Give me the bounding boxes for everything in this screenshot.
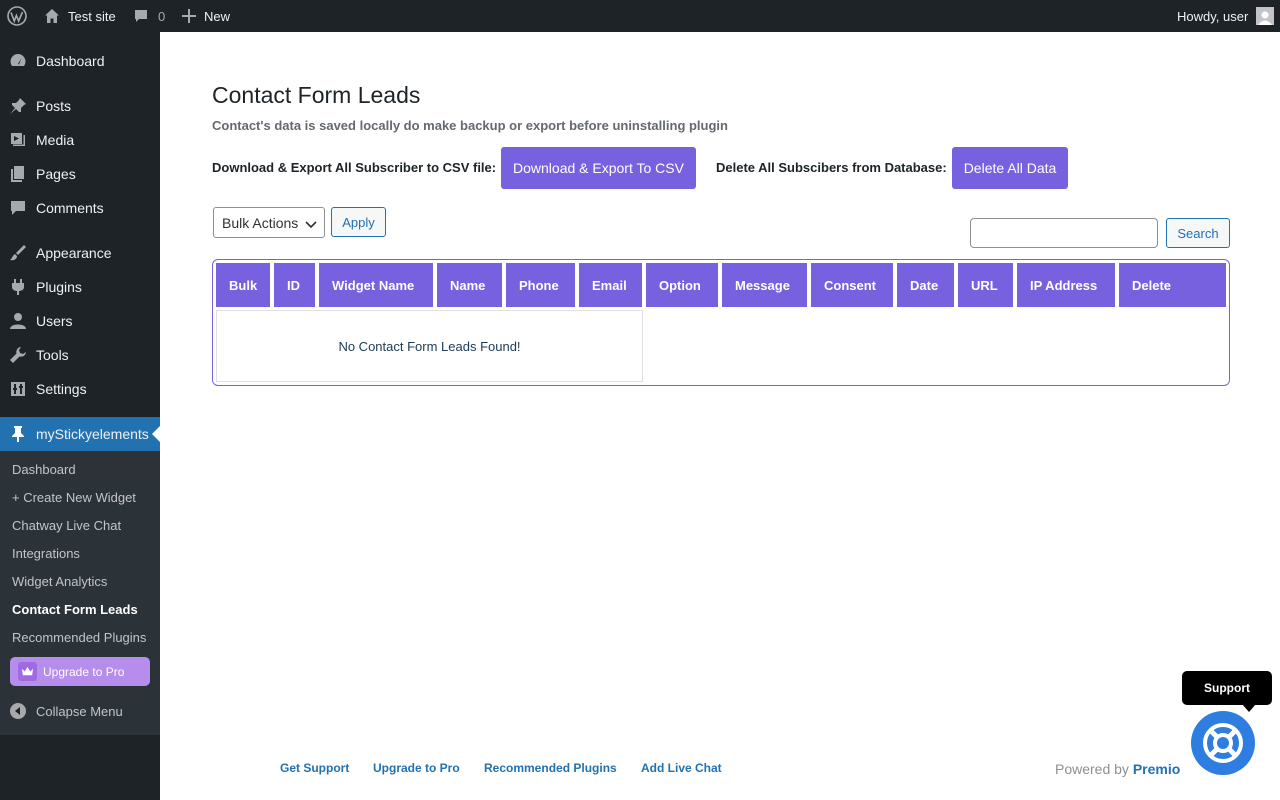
comments-link[interactable]: 0 [133, 0, 165, 32]
upgrade-label: Upgrade to Pro [43, 664, 125, 679]
sidebar-item-posts[interactable]: Posts [0, 89, 160, 123]
lifebuoy-icon [1203, 723, 1243, 763]
submenu-mystickyelements: Dashboard + Create New Widget Chatway Li… [0, 451, 160, 735]
footer-link-recommended-plugins[interactable]: Recommended Plugins [484, 761, 617, 775]
sidebar-item-label: Dashboard [36, 53, 105, 69]
sidebar-item-users[interactable]: Users [0, 304, 160, 338]
plus-icon [182, 9, 196, 23]
pin-icon [0, 425, 36, 443]
collapse-menu-button[interactable]: Collapse Menu [0, 694, 160, 728]
plug-icon [0, 278, 36, 296]
comment-icon [0, 199, 36, 217]
user-icon [0, 312, 36, 330]
column-header-url: URL [958, 263, 1013, 307]
pin-icon [0, 97, 36, 115]
admin-sidebar: Dashboard Posts Media Pages Comments App… [0, 32, 160, 800]
sidebar-item-label: Plugins [36, 279, 82, 295]
column-header-option: Option [646, 263, 718, 307]
collapse-label: Collapse Menu [36, 703, 123, 719]
sidebar-item-label: Tools [36, 347, 69, 363]
site-name-label: Test site [68, 8, 116, 24]
submenu-item-recommended-plugins[interactable]: Recommended Plugins [12, 624, 146, 652]
crown-icon [18, 662, 37, 681]
wrench-icon [0, 346, 36, 364]
submenu-item-integrations[interactable]: Integrations [12, 540, 80, 568]
sidebar-item-tools[interactable]: Tools [0, 338, 160, 372]
delete-label: Delete All Subscibers from Database: [716, 160, 947, 175]
column-header-date: Date [897, 263, 954, 307]
sidebar-item-label: myStickyelements [36, 426, 149, 442]
submenu-item-dashboard[interactable]: Dashboard [12, 456, 76, 484]
export-label: Download & Export All Subscriber to CSV … [212, 160, 497, 175]
brush-icon [0, 244, 36, 262]
submenu-item-contact-form-leads[interactable]: Contact Form Leads [12, 596, 138, 624]
search-input[interactable] [970, 218, 1158, 248]
empty-table-message: No Contact Form Leads Found! [216, 310, 643, 382]
settings-icon [0, 380, 36, 398]
backup-notice: Contact's data is saved locally do make … [212, 118, 728, 133]
sidebar-item-label: Users [36, 313, 73, 329]
footer-link-get-support[interactable]: Get Support [280, 761, 349, 775]
sidebar-item-dashboard[interactable]: Dashboard [0, 44, 160, 78]
media-icon [0, 131, 36, 149]
sidebar-item-pages[interactable]: Pages [0, 157, 160, 191]
sidebar-item-label: Comments [36, 200, 104, 216]
my-account-link[interactable]: Howdy, user [1177, 0, 1275, 32]
column-header-bulk: Bulk [216, 263, 270, 307]
bulk-actions-select[interactable]: Bulk Actions [213, 207, 325, 238]
apply-button[interactable]: Apply [331, 207, 386, 237]
sidebar-item-comments[interactable]: Comments [0, 191, 160, 225]
column-header-ip-address: IP Address [1017, 263, 1115, 307]
submenu-item-chatway[interactable]: Chatway Live Chat [12, 512, 121, 540]
column-header-message: Message [722, 263, 807, 307]
avatar [1256, 7, 1275, 25]
comments-count: 0 [158, 8, 166, 24]
wordpress-logo-icon[interactable] [7, 0, 27, 32]
sidebar-item-plugins[interactable]: Plugins [0, 270, 160, 304]
sidebar-item-label: Pages [36, 166, 76, 182]
sidebar-item-settings[interactable]: Settings [0, 372, 160, 406]
admin-bar: Test site 0 New Howdy, user [0, 0, 1280, 32]
column-header-email: Email [579, 263, 642, 307]
home-icon [44, 8, 60, 24]
support-tooltip: Support [1182, 671, 1272, 712]
page-title: Contact Form Leads [212, 82, 421, 108]
sidebar-item-label: Settings [36, 381, 87, 397]
delete-all-button[interactable]: Delete All Data [952, 147, 1068, 189]
column-header-id: ID [274, 263, 315, 307]
column-header-phone: Phone [506, 263, 575, 307]
footer-link-upgrade-to-pro[interactable]: Upgrade to Pro [373, 761, 460, 775]
comment-icon [133, 8, 149, 24]
column-header-delete: Delete [1119, 263, 1226, 307]
powered-by: Powered by Premio [1055, 761, 1180, 777]
bulk-actions-value: Bulk Actions [222, 214, 299, 231]
sidebar-item-label: Posts [36, 98, 72, 114]
submenu-item-widget-analytics[interactable]: Widget Analytics [12, 568, 107, 596]
export-csv-button[interactable]: Download & Export To CSV [501, 147, 696, 189]
premio-link[interactable]: Premio [1133, 761, 1180, 777]
sidebar-item-media[interactable]: Media [0, 123, 160, 157]
submenu-item-create-widget[interactable]: + Create New Widget [12, 484, 136, 512]
greeting-text: Howdy, user [1177, 8, 1249, 24]
column-header-consent: Consent [811, 263, 893, 307]
powered-by-label: Powered by [1055, 761, 1129, 777]
sidebar-item-label: Media [36, 132, 75, 148]
sidebar-item-mystickyelements[interactable]: myStickyelements [0, 417, 160, 451]
site-name-link[interactable]: Test site [44, 0, 116, 32]
sidebar-item-label: Appearance [36, 245, 112, 261]
pages-icon [0, 165, 36, 183]
footer-link-add-live-chat[interactable]: Add Live Chat [641, 761, 722, 775]
support-button[interactable] [1191, 711, 1255, 775]
dashboard-icon [0, 52, 36, 70]
new-content-link[interactable]: New [182, 0, 230, 32]
sidebar-item-appearance[interactable]: Appearance [0, 236, 160, 270]
collapse-arrow-icon [0, 702, 36, 720]
chevron-down-icon [305, 221, 317, 229]
new-label: New [204, 8, 231, 24]
search-button[interactable]: Search [1166, 218, 1230, 248]
upgrade-to-pro-button[interactable]: Upgrade to Pro [10, 657, 150, 686]
column-header-name: Name [437, 263, 502, 307]
column-header-widget-name: Widget Name [319, 263, 433, 307]
